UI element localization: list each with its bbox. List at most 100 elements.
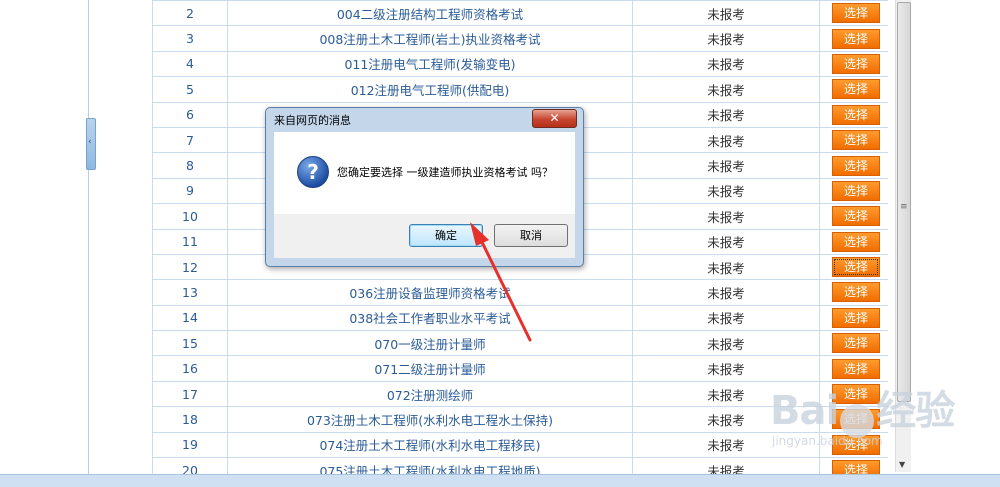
row-index: 15 <box>152 330 228 357</box>
row-index: 9 <box>152 177 228 205</box>
select-button[interactable]: 选择 <box>832 155 880 176</box>
exam-status: 未报考 <box>632 203 820 230</box>
exam-status: 未报考 <box>632 279 820 306</box>
table-row: 14 038社会工作者职业水平考试 未报考 选择 <box>152 304 888 332</box>
row-index: 8 <box>152 152 228 179</box>
action-cell: 选择 <box>819 228 888 255</box>
row-index: 13 <box>152 279 228 306</box>
row-index: 11 <box>152 228 228 255</box>
exam-name[interactable]: 008注册土木工程师(岩土)执业资格考试 <box>227 25 633 52</box>
exam-name[interactable]: 036注册设备监理师资格考试 <box>227 279 633 306</box>
select-button[interactable]: 选择 <box>832 282 880 303</box>
select-button[interactable]: 选择 <box>832 28 880 49</box>
action-cell: 选择 <box>819 457 888 475</box>
action-cell: 选择 <box>819 50 888 78</box>
action-cell: 选择 <box>819 126 888 154</box>
action-cell: 选择 <box>819 0 888 27</box>
select-button[interactable]: 选择 <box>832 3 880 24</box>
exam-status: 未报考 <box>632 330 820 357</box>
exam-name[interactable]: 011注册电气工程师(发输变电) <box>227 50 633 78</box>
row-index: 3 <box>152 25 228 52</box>
action-cell: 选择 <box>819 101 888 128</box>
row-index: 19 <box>152 431 228 459</box>
exam-name[interactable]: 038社会工作者职业水平考试 <box>227 304 633 332</box>
table-row: 3 008注册土木工程师(岩土)执业资格考试 未报考 选择 <box>152 25 888 52</box>
exam-name[interactable]: 075注册土木工程师(水利水电工程地质) <box>227 457 633 475</box>
row-index: 12 <box>152 253 228 281</box>
select-button[interactable]: 选择 <box>832 130 880 151</box>
select-button[interactable]: 选择 <box>832 104 880 125</box>
exam-status: 未报考 <box>632 101 820 128</box>
row-index: 5 <box>152 76 228 103</box>
row-index: 4 <box>152 50 228 78</box>
exam-status: 未报考 <box>632 457 820 475</box>
select-button[interactable]: 选择 <box>832 206 880 227</box>
sidebar-collapse-handle[interactable]: ‹ <box>86 118 96 170</box>
left-panel <box>0 0 89 486</box>
select-button[interactable]: 选择 <box>832 53 880 74</box>
action-cell: 选择 <box>819 279 888 306</box>
dialog-title: 来自网页的消息 <box>274 114 351 127</box>
cancel-button[interactable]: 取消 <box>494 224 568 247</box>
action-cell: 选择 <box>819 330 888 357</box>
exam-status: 未报考 <box>632 253 820 281</box>
select-button[interactable]: 选择 <box>832 180 880 201</box>
action-cell: 选择 <box>819 253 888 281</box>
row-index: 18 <box>152 406 228 433</box>
watermark-logo-left: Bai <box>770 388 839 434</box>
exam-name[interactable]: 070一级注册计量师 <box>227 330 633 357</box>
confirm-dialog: 来自网页的消息 ✕ ? 您确定要选择 一级建造师执业资格考试 吗？ 确定 取消 <box>265 107 584 267</box>
bottom-status-bar <box>0 474 1000 487</box>
row-index: 14 <box>152 304 228 332</box>
select-button[interactable]: 选择 <box>832 460 880 475</box>
question-icon: ? <box>297 156 329 188</box>
table-row: 2 004二级注册结构工程师资格考试 未报考 选择 <box>152 0 888 27</box>
exam-status: 未报考 <box>632 126 820 154</box>
dialog-close-button[interactable]: ✕ <box>532 109 577 128</box>
exam-name[interactable]: 073注册土木工程师(水利水电工程水土保持) <box>227 406 633 433</box>
dialog-body: ? 您确定要选择 一级建造师执业资格考试 吗？ <box>274 132 575 214</box>
scroll-down-icon[interactable]: ▼ <box>899 460 905 469</box>
select-button[interactable]: 选择 <box>832 231 880 252</box>
row-index: 7 <box>152 126 228 154</box>
exam-status: 未报考 <box>632 228 820 255</box>
select-button[interactable]: 选择 <box>832 257 880 278</box>
exam-name[interactable]: 072注册测绘师 <box>227 380 633 408</box>
exam-name[interactable]: 071二级注册计量师 <box>227 355 633 382</box>
scrollbar-thumb[interactable]: ≡ <box>897 2 911 402</box>
select-button[interactable]: 选择 <box>832 358 880 379</box>
exam-status: 未报考 <box>632 177 820 205</box>
action-cell: 选择 <box>819 25 888 52</box>
baidu-jingyan-watermark: Bai 经验 jingyan.baidu.com <box>770 378 955 448</box>
table-row: 4 011注册电气工程师(发输变电) 未报考 选择 <box>152 50 888 78</box>
watermark-logo-right: 经验 <box>876 388 955 434</box>
dialog-message: 您确定要选择 一级建造师执业资格考试 吗？ <box>337 166 553 179</box>
action-cell: 选择 <box>819 76 888 103</box>
chevron-left-icon: ‹ <box>88 137 92 147</box>
exam-status: 未报考 <box>632 152 820 179</box>
table-row: 20 075注册土木工程师(水利水电工程地质) 未报考 选择 <box>152 457 888 475</box>
select-button[interactable]: 选择 <box>832 307 880 328</box>
row-index: 2 <box>152 0 228 27</box>
table-row: 5 012注册电气工程师(供配电) 未报考 选择 <box>152 76 888 103</box>
grip-icon: ≡ <box>900 202 908 212</box>
exam-status: 未报考 <box>632 0 820 27</box>
row-index: 6 <box>152 101 228 128</box>
exam-name[interactable]: 004二级注册结构工程师资格考试 <box>227 0 633 27</box>
exam-status: 未报考 <box>632 50 820 78</box>
exam-status: 未报考 <box>632 76 820 103</box>
row-index: 10 <box>152 203 228 230</box>
action-cell: 选择 <box>819 203 888 230</box>
row-index: 20 <box>152 457 228 475</box>
ok-button[interactable]: 确定 <box>409 224 483 247</box>
select-button[interactable]: 选择 <box>832 79 880 100</box>
paw-icon <box>840 403 875 438</box>
exam-status: 未报考 <box>632 25 820 52</box>
exam-name[interactable]: 012注册电气工程师(供配电) <box>227 76 633 103</box>
row-index: 16 <box>152 355 228 382</box>
exam-name[interactable]: 074注册土木工程师(水利水电工程移民) <box>227 431 633 459</box>
select-button[interactable]: 选择 <box>832 333 880 354</box>
row-index: 17 <box>152 380 228 408</box>
action-cell: 选择 <box>819 177 888 205</box>
action-cell: 选择 <box>819 152 888 179</box>
